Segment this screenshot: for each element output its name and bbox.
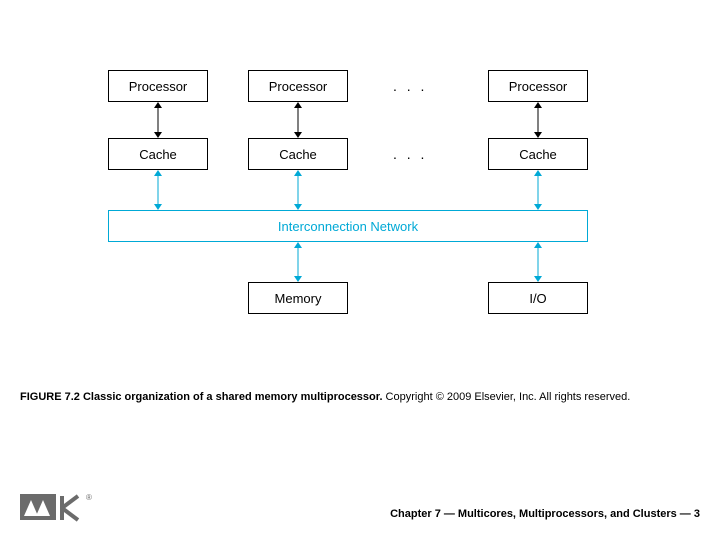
- svg-text:®: ®: [86, 493, 92, 502]
- ellipsis-processors: . . .: [393, 78, 427, 94]
- arrow-proc-cache-1: [154, 102, 162, 138]
- figure-label: FIGURE 7.2 Classic organization of a sha…: [20, 391, 383, 403]
- footer-text: Chapter 7 — Multicores, Multiprocessors,…: [390, 508, 700, 520]
- copyright-text: Copyright © 2009 Elsevier, Inc. All righ…: [383, 391, 631, 403]
- processor-box-3: Processor: [488, 70, 588, 102]
- cache-box-3: Cache: [488, 138, 588, 170]
- arrow-proc-cache-3: [534, 102, 542, 138]
- arrow-cache-net-3: [534, 170, 542, 210]
- arrow-net-memory: [294, 242, 302, 282]
- processor-box-2: Processor: [248, 70, 348, 102]
- publisher-logo: ®: [20, 486, 110, 526]
- io-box: I/O: [488, 282, 588, 314]
- arrow-cache-net-1: [154, 170, 162, 210]
- ellipsis-caches: . . .: [393, 146, 427, 162]
- figure-caption: FIGURE 7.2 Classic organization of a sha…: [20, 390, 700, 405]
- arrow-proc-cache-2: [294, 102, 302, 138]
- memory-box: Memory: [248, 282, 348, 314]
- arrow-net-io: [534, 242, 542, 282]
- processor-box-1: Processor: [108, 70, 208, 102]
- cache-box-2: Cache: [248, 138, 348, 170]
- arrow-cache-net-2: [294, 170, 302, 210]
- cache-box-1: Cache: [108, 138, 208, 170]
- interconnection-network-box: Interconnection Network: [108, 210, 588, 242]
- architecture-diagram: Processor Processor . . . Processor Cach…: [108, 70, 628, 370]
